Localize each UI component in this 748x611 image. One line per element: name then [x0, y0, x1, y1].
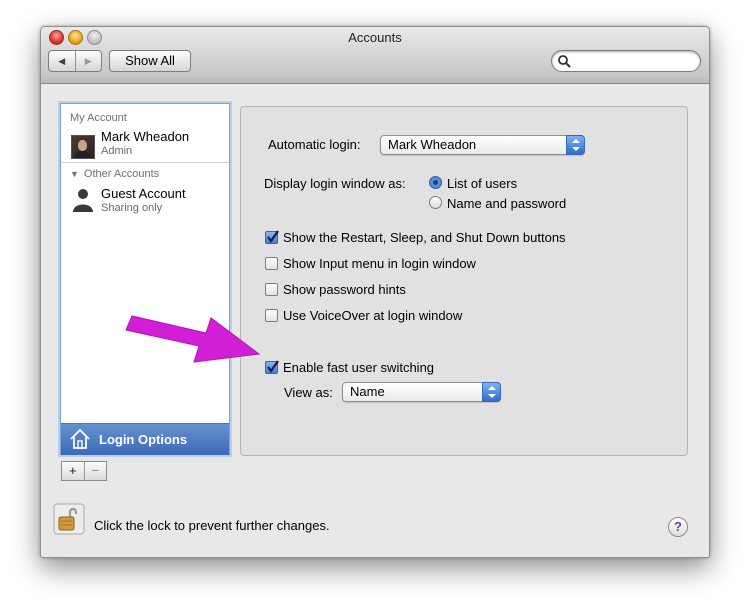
- forward-arrow-icon: ▶: [84, 55, 92, 66]
- back-button[interactable]: ◀: [49, 51, 75, 71]
- name-and-password-radio[interactable]: [429, 196, 442, 209]
- remove-account-button[interactable]: −: [83, 462, 107, 480]
- updown-arrows-icon: [482, 382, 501, 402]
- accounts-window: Accounts ◀ ▶ Show All My Account Mark Wh…: [40, 26, 710, 558]
- show-restart-buttons-checkbox[interactable]: [265, 230, 279, 244]
- back-arrow-icon: ◀: [58, 55, 66, 66]
- fast-user-switching-checkbox[interactable]: [265, 360, 279, 374]
- account-role: Sharing only: [101, 202, 163, 214]
- use-voiceover-label: Use VoiceOver at login window: [283, 308, 463, 323]
- house-icon: [70, 428, 90, 449]
- forward-button[interactable]: ▶: [74, 51, 102, 71]
- add-account-button[interactable]: +: [62, 462, 84, 480]
- account-name: Guest Account: [101, 186, 186, 201]
- show-restart-buttons-label: Show the Restart, Sleep, and Shut Down b…: [283, 230, 566, 245]
- automatic-login-popup[interactable]: Mark Wheadon: [380, 135, 585, 155]
- show-password-hints-label: Show password hints: [283, 282, 406, 297]
- unlocked-padlock-icon[interactable]: [53, 503, 85, 535]
- disclosure-triangle-icon: ▼: [70, 169, 79, 179]
- show-all-button[interactable]: Show All: [109, 50, 191, 72]
- accounts-list: My Account Mark Wheadon Admin ▼ Other Acc…: [60, 103, 230, 455]
- login-options-panel: Automatic login: Mark Wheadon Display lo…: [240, 106, 688, 456]
- help-button[interactable]: ?: [668, 517, 688, 537]
- title-bar: Accounts ◀ ▶ Show All: [41, 27, 709, 84]
- other-accounts-heading[interactable]: ▼ Other Accounts: [70, 168, 159, 180]
- guest-user-icon: [73, 189, 93, 212]
- automatic-login-value: Mark Wheadon: [388, 137, 477, 152]
- search-field[interactable]: [551, 50, 701, 72]
- view-as-label: View as:: [284, 385, 333, 400]
- search-icon: [558, 55, 571, 68]
- account-role: Admin: [101, 145, 133, 157]
- lock-status-text: Click the lock to prevent further change…: [94, 518, 330, 533]
- list-of-users-label: List of users: [447, 176, 518, 191]
- show-input-menu-checkbox[interactable]: [265, 257, 278, 270]
- updown-arrows-icon: [566, 135, 585, 155]
- show-input-menu-label: Show Input menu in login window: [283, 256, 476, 271]
- login-options-item[interactable]: Login Options: [61, 423, 229, 455]
- name-and-password-label: Name and password: [447, 196, 567, 211]
- my-account-heading: My Account: [70, 112, 127, 124]
- account-name: Mark Wheadon: [101, 129, 190, 144]
- fast-user-switching-label: Enable fast user switching: [283, 360, 435, 375]
- display-login-window-label: Display login window as:: [264, 176, 406, 191]
- annotation-arrow-icon: [125, 315, 261, 363]
- show-password-hints-checkbox[interactable]: [265, 283, 278, 296]
- window-title: Accounts: [348, 30, 402, 45]
- view-as-value: Name: [350, 384, 385, 399]
- automatic-login-label: Automatic login:: [268, 137, 361, 152]
- back-forward-group: ◀ ▶: [48, 50, 102, 72]
- login-options-label: Login Options: [99, 432, 188, 447]
- list-of-users-radio[interactable]: [429, 176, 442, 189]
- use-voiceover-checkbox[interactable]: [265, 309, 278, 322]
- view-as-popup[interactable]: Name: [342, 382, 501, 402]
- user-avatar: [71, 135, 95, 159]
- add-remove-group: + −: [61, 461, 107, 481]
